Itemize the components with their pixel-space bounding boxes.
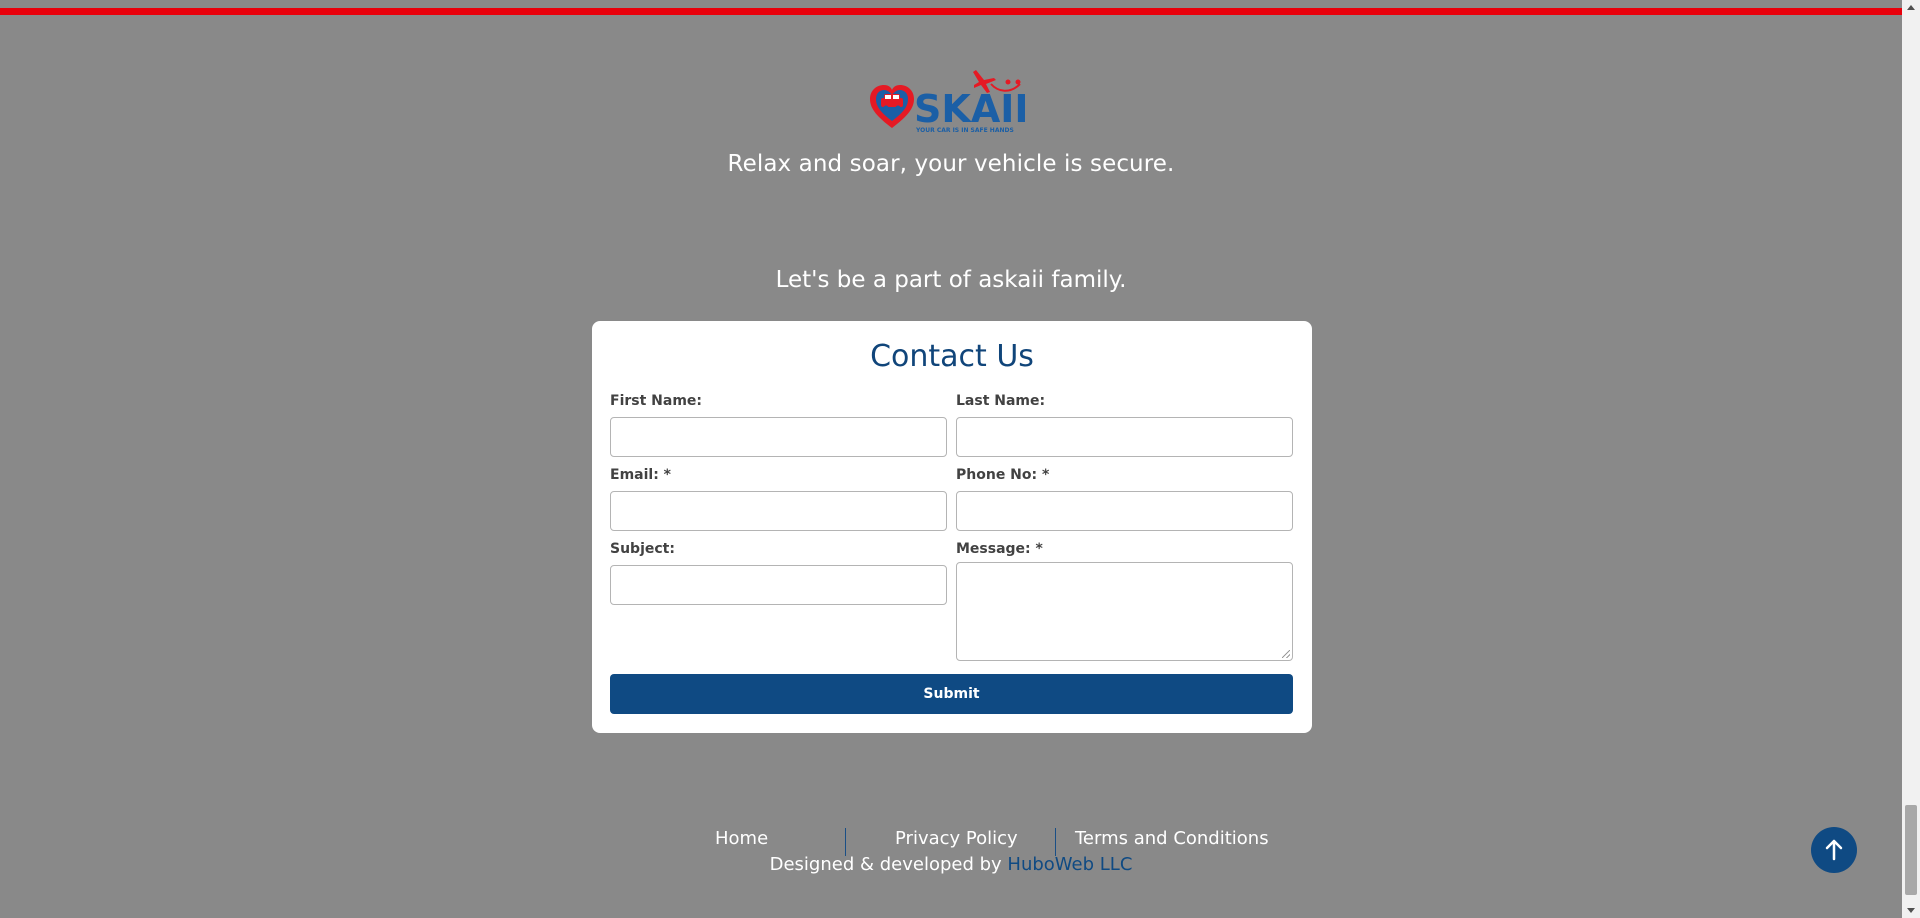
message-label: Message: * — [956, 541, 1043, 557]
footer-link-home[interactable]: Home — [715, 828, 768, 849]
last-name-label: Last Name: — [956, 393, 1046, 409]
top-accent-bar — [0, 8, 1902, 15]
subject-label: Subject: — [610, 541, 675, 557]
phone-label: Phone No: * — [956, 467, 1050, 483]
subject-input[interactable] — [610, 565, 947, 605]
email-input[interactable] — [610, 491, 947, 531]
invite-heading: Let's be a part of askaii family. — [775, 267, 1127, 293]
heart-car-icon — [870, 85, 914, 128]
page-scrollbar[interactable] — [1902, 0, 1920, 918]
credits-company-link[interactable]: HuboWeb LLC — [1007, 854, 1132, 875]
message-textarea[interactable] — [956, 562, 1293, 661]
arrow-up-icon — [1825, 839, 1843, 861]
back-to-top-button[interactable] — [1811, 827, 1857, 873]
first-name-label: First Name: — [610, 393, 703, 409]
page-background: SKAII YOUR CAR IS IN SAFE HANDS Relax an… — [0, 0, 1902, 918]
footer-credits: Designed & developed by HuboWeb LLC — [0, 854, 1902, 875]
scroll-down-arrow-icon[interactable] — [1907, 908, 1915, 913]
phone-input[interactable] — [956, 491, 1293, 531]
footer-links: Home Privacy Policy Terms and Conditions — [0, 828, 1902, 856]
email-label: Email: * — [610, 467, 671, 483]
contact-form-title: Contact Us — [870, 339, 1034, 374]
logo-slogan: YOUR CAR IS IN SAFE HANDS — [915, 127, 1014, 134]
resize-grip-icon[interactable] — [1282, 650, 1290, 658]
logo-wordmark: SKAII — [914, 87, 1028, 131]
scroll-up-arrow-icon[interactable] — [1907, 5, 1915, 10]
tagline: Relax and soar, your vehicle is secure. — [727, 151, 1175, 177]
first-name-input[interactable] — [610, 417, 947, 457]
footer-divider — [845, 828, 846, 856]
scroll-thumb[interactable] — [1905, 805, 1917, 895]
footer-divider — [1055, 828, 1056, 856]
credits-prefix: Designed & developed by — [769, 854, 1002, 875]
contact-form-card: Contact Us First Name: Last Name: Email:… — [592, 321, 1312, 733]
footer-link-privacy[interactable]: Privacy Policy — [895, 828, 1018, 849]
footer-link-terms[interactable]: Terms and Conditions — [1075, 828, 1269, 849]
submit-button[interactable]: Submit — [610, 674, 1293, 714]
last-name-input[interactable] — [956, 417, 1293, 457]
skaii-logo[interactable]: SKAII YOUR CAR IS IN SAFE HANDS — [868, 66, 1029, 138]
